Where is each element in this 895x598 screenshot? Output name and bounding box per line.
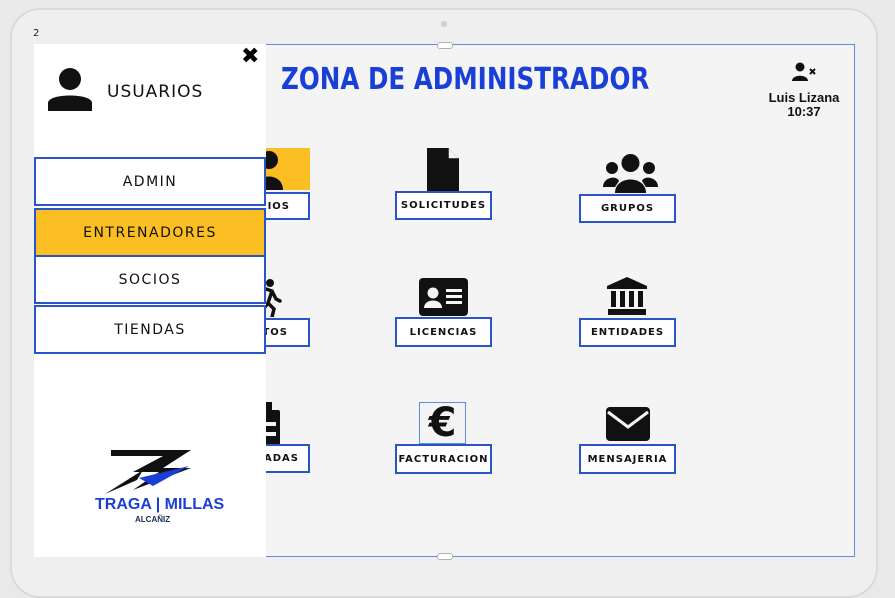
user-name: Luis Lizana [768, 90, 840, 105]
tile-facturacion-button[interactable]: FACTURACION [395, 444, 492, 474]
tile-solicitudes-button[interactable]: SOLICITUDES [395, 191, 492, 220]
tile-licencias-button[interactable]: LICENCIAS [395, 317, 492, 347]
drawer-item-socios[interactable]: SOCIOS [34, 255, 266, 304]
user-info[interactable]: Luis Lizana 10:37 [760, 62, 848, 119]
logo-text: TRAGA | MILLAS [95, 496, 225, 513]
users-group-icon[interactable] [603, 153, 658, 193]
id-card-icon[interactable] [419, 278, 468, 316]
tile-entidades-button[interactable]: ENTIDADES [579, 318, 676, 347]
envelope-icon[interactable] [606, 407, 650, 441]
drawer-header-label: USUARIOS [107, 82, 204, 102]
logo-subtext: ALCAÑIZ [135, 515, 171, 524]
drawer-item-admin[interactable]: ADMIN [34, 157, 266, 206]
tile-mensajeria-button[interactable]: MENSAJERIA [579, 444, 676, 474]
page-number: 2 [33, 28, 40, 39]
close-icon[interactable]: ✖ [241, 46, 259, 68]
page-title: ZONA DE ADMINISTRADOR [281, 62, 650, 97]
bank-icon[interactable] [607, 277, 647, 315]
euro-icon[interactable]: € [419, 402, 466, 444]
drawer-item-entrenadores[interactable]: ENTRENADORES [34, 208, 266, 257]
tile-grupos-button[interactable]: GRUPOS [579, 194, 676, 223]
user-x-icon[interactable] [791, 62, 817, 82]
bottom-resize-handle[interactable] [437, 553, 453, 560]
drawer-user-icon [48, 68, 92, 111]
camera-dot [441, 21, 447, 27]
top-resize-handle[interactable] [437, 42, 453, 49]
document-icon[interactable] [426, 148, 460, 192]
clock-time: 10:37 [787, 104, 821, 119]
drawer-item-tiendas[interactable]: TIENDAS [34, 305, 266, 354]
traga-millas-logo [105, 450, 191, 494]
